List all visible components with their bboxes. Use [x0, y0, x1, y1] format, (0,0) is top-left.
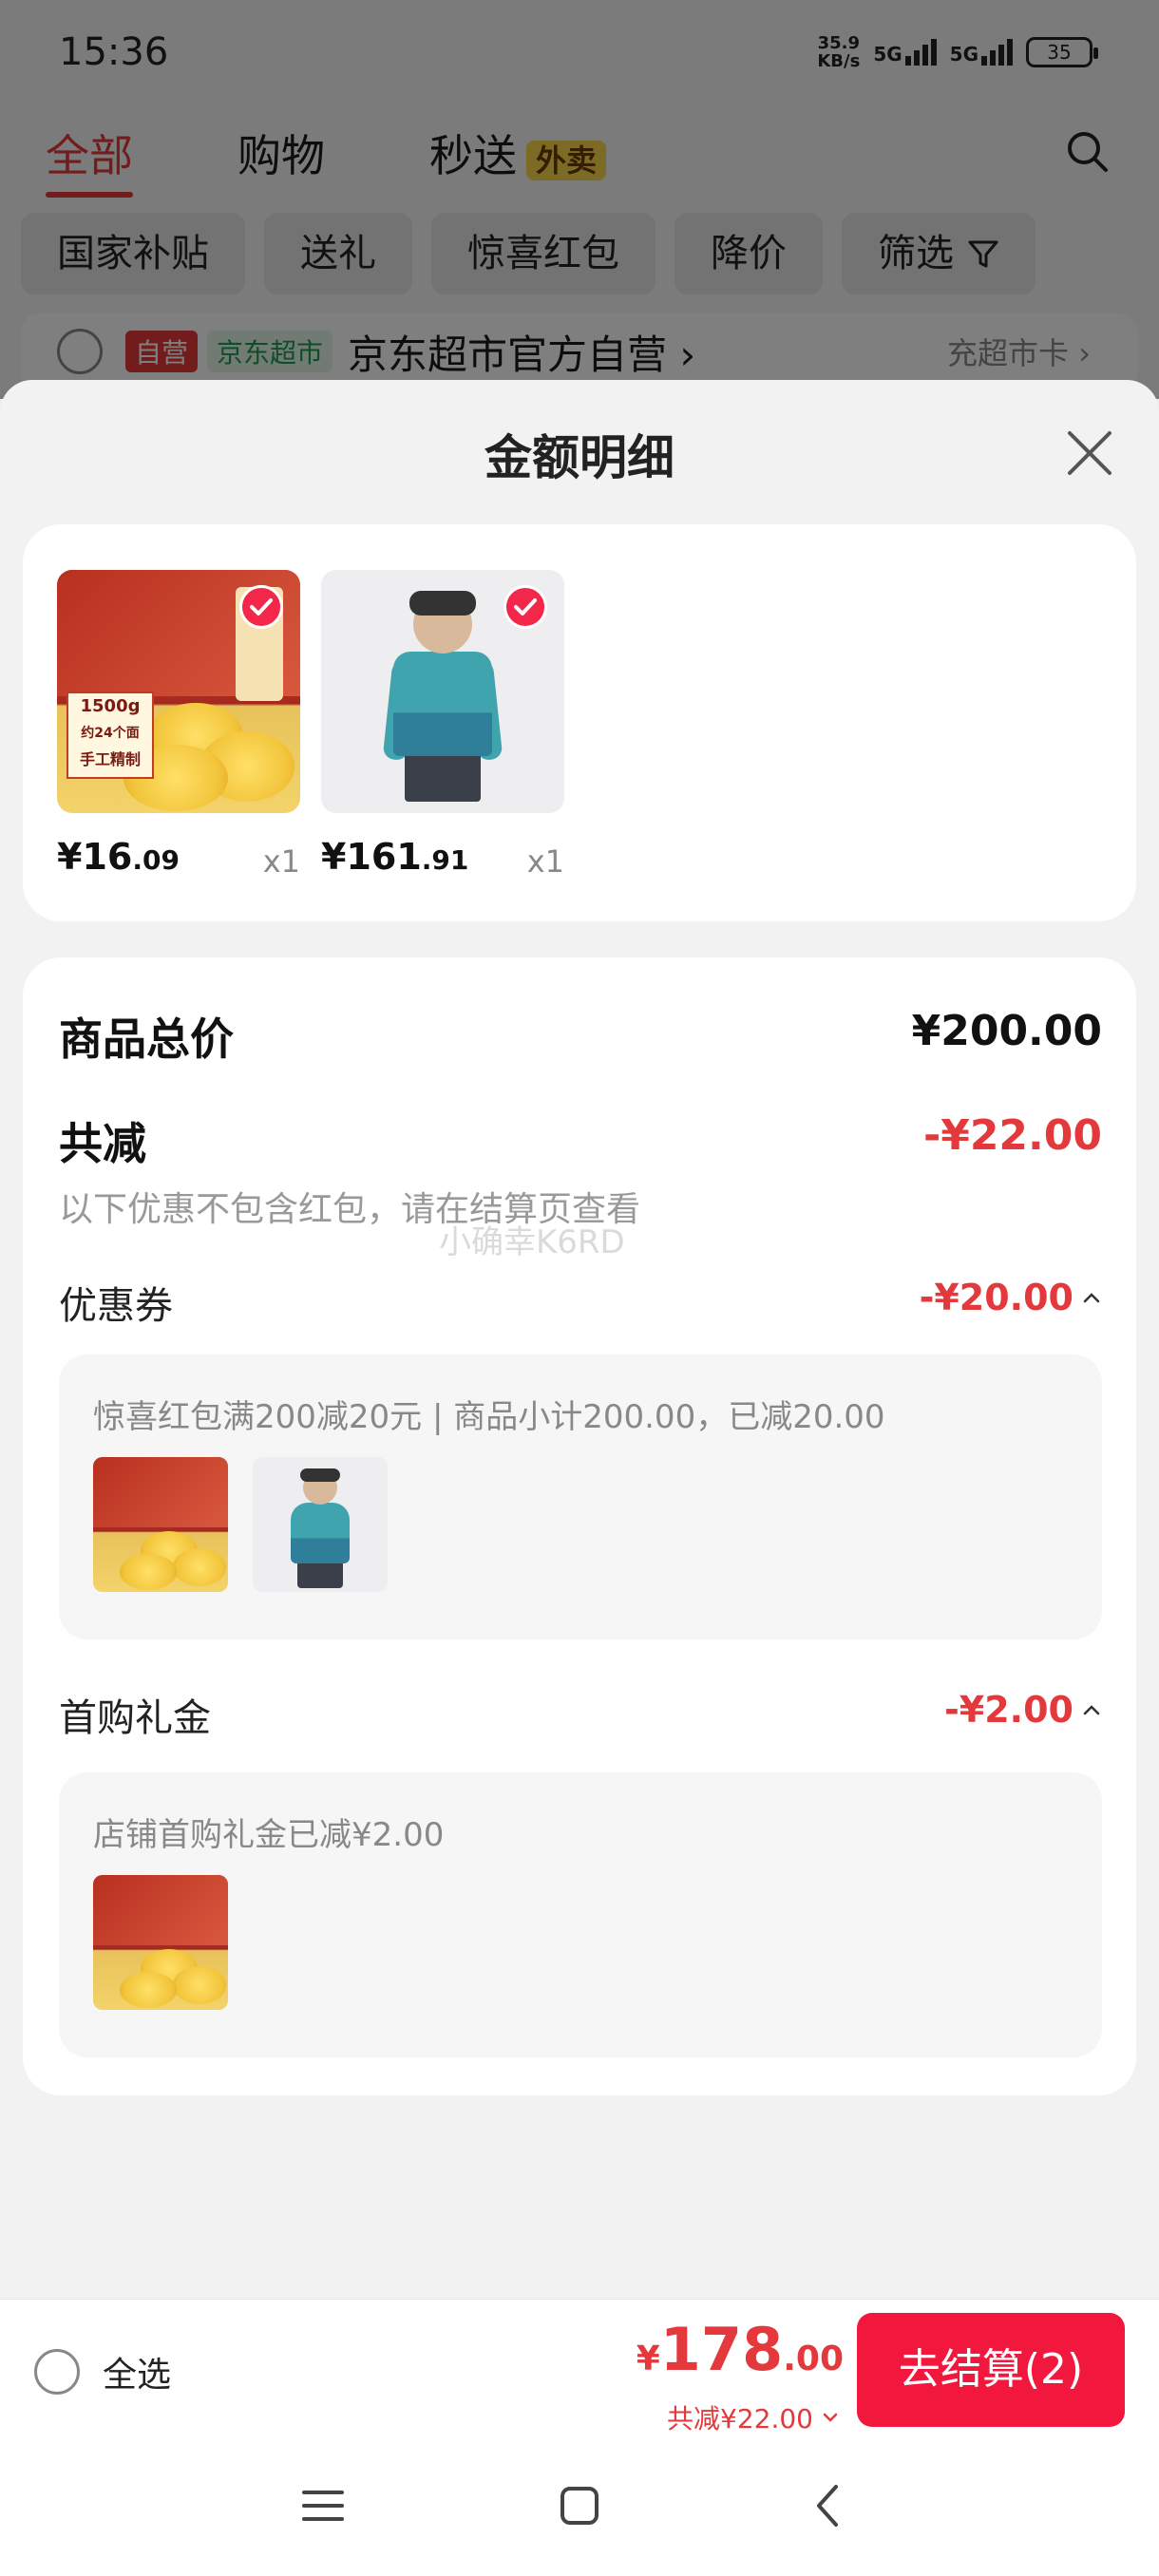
- first-buy-detail-text: 店铺首购礼金已减¥2.00: [93, 1816, 445, 1854]
- total-label: 商品总价: [59, 1013, 234, 1065]
- dim-overlay[interactable]: [0, 0, 1159, 399]
- coupon-thumb-jacket: [253, 1457, 388, 1592]
- total-value: ¥200.00: [911, 1007, 1102, 1055]
- coupon-label: 优惠券: [59, 1284, 173, 1328]
- coupon-toggle[interactable]: -¥20.00: [920, 1277, 1102, 1318]
- discount-value: -¥22.00: [922, 1111, 1102, 1160]
- product-image-noodles: 1500g 约24个面 手工精制: [57, 570, 300, 813]
- chevron-up-icon: [1083, 1705, 1100, 1715]
- bottom-bar: 全选 ¥ 178 .00 共减¥22.00 去结算(2): [0, 2299, 1159, 2441]
- amount-detail-sheet: 金额明细 1500g 约24个面 手工精制 ¥16.09 x1 ¥161.91 …: [0, 380, 1159, 2299]
- select-all-radio[interactable]: [34, 2349, 80, 2395]
- select-all[interactable]: 全选: [34, 2347, 171, 2396]
- first-buy-thumb-noodles: [93, 1875, 228, 2010]
- first-buy-toggle[interactable]: -¥2.00: [944, 1689, 1102, 1731]
- checkmark-icon[interactable]: [239, 585, 283, 629]
- coupon-detail-text: 惊喜红包满200减20元 | 商品小计200.00，已减20.00: [93, 1398, 885, 1436]
- product-price: ¥16.09: [57, 836, 180, 878]
- products-card: 1500g 约24个面 手工精制 ¥16.09 x1 ¥161.91 x1: [23, 524, 1136, 921]
- product-qty: x1: [262, 843, 300, 880]
- coupon-detail-box: 惊喜红包满200减20元 | 商品小计200.00，已减20.00: [59, 1354, 1102, 1639]
- checkmark-icon[interactable]: [504, 585, 547, 629]
- home-icon[interactable]: [551, 2477, 608, 2534]
- chevron-down-icon: [823, 2413, 838, 2422]
- coupon-value: -¥20.00: [919, 1277, 1074, 1318]
- first-buy-label: 首购礼金: [59, 1696, 211, 1740]
- first-buy-value: -¥2.00: [944, 1689, 1074, 1731]
- watermark: 小确幸K6RD: [439, 1223, 625, 1261]
- coupon-thumb-noodles: [93, 1457, 228, 1592]
- select-all-label: 全选: [103, 2356, 172, 2395]
- checkout-button[interactable]: 去结算(2): [857, 2313, 1125, 2427]
- system-nav-bar: [0, 2441, 1159, 2576]
- summary-card: 商品总价 ¥200.00 共减 -¥22.00 以下优惠不包含红包，请在结算页查…: [23, 957, 1136, 2095]
- first-buy-detail-box: 店铺首购礼金已减¥2.00: [59, 1772, 1102, 2057]
- product-price: ¥161.91: [321, 836, 469, 878]
- back-icon[interactable]: [800, 2477, 857, 2534]
- product-qty: x1: [526, 843, 564, 880]
- menu-icon[interactable]: [294, 2477, 352, 2534]
- discount-label: 共减: [59, 1118, 146, 1169]
- chevron-up-icon: [1083, 1293, 1100, 1303]
- product-item[interactable]: 1500g 约24个面 手工精制 ¥16.09 x1: [57, 570, 300, 880]
- total-price: ¥ 178 .00: [636, 2315, 844, 2384]
- product-item[interactable]: ¥161.91 x1: [321, 570, 564, 880]
- noodle-label: 1500g 约24个面 手工精制: [66, 691, 154, 779]
- close-icon[interactable]: [1064, 427, 1115, 479]
- total-discount-toggle[interactable]: 共减¥22.00: [667, 2398, 840, 2436]
- product-image-jacket: [321, 570, 564, 813]
- sheet-title: 金额明细: [484, 430, 674, 485]
